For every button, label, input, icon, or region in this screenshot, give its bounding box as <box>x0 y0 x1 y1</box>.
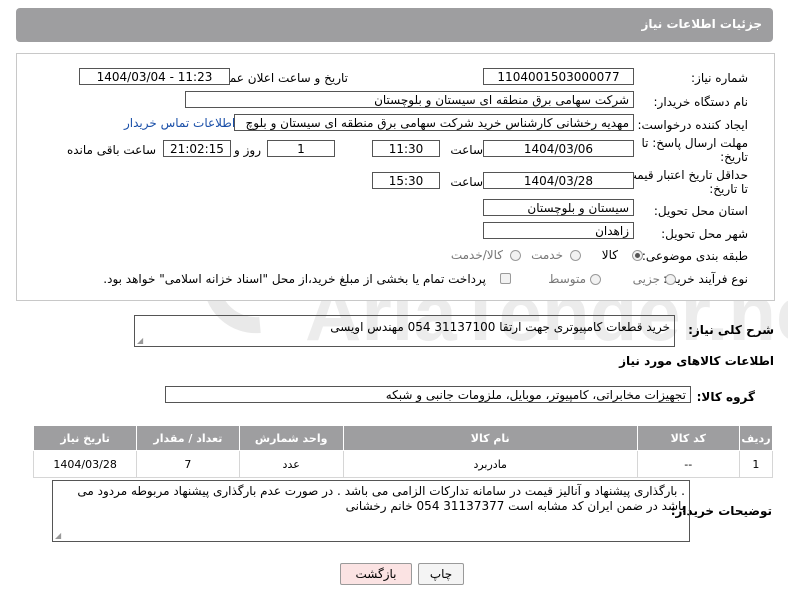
page-title: جزئیات اطلاعات نیاز <box>641 17 762 31</box>
col-row: ردیف <box>738 425 774 451</box>
cell-need-date: 1404/03/28 <box>32 450 138 478</box>
items-table-header: تاریخ نیاز تعداد / مقدار واحد شمارش نام … <box>32 425 774 451</box>
cell-item-code: -- <box>636 450 740 478</box>
need-number-label: شماره نیاز: <box>691 71 748 85</box>
delivery-city-field: زاهدان <box>483 222 634 239</box>
buyer-notes-textarea: . بارگذاری پیشنهاد و آنالیز قیمت در ساما… <box>52 480 690 542</box>
delivery-city-label: شهر محل تحویل: <box>661 227 748 241</box>
treasury-payment-note: پرداخت تمام یا بخشی از مبلغ خرید،از محل … <box>103 272 486 286</box>
col-unit: واحد شمارش <box>238 425 344 451</box>
category-label: طبقه بندی موضوعی: <box>641 249 748 263</box>
validity-date-field: 1404/03/28 <box>483 172 634 189</box>
buyer-org-field: شرکت سهامی برق منطقه ای سیستان و بلوچستا… <box>185 91 634 108</box>
resize-grip-icon[interactable]: ◢ <box>137 336 143 345</box>
description-label: شرح کلی نیاز: <box>688 323 774 337</box>
col-quantity: تعداد / مقدار <box>136 425 240 451</box>
category-radio-goods[interactable] <box>632 250 643 261</box>
cell-item-name: مادربرد <box>342 450 638 478</box>
treasury-payment-checkbox[interactable] <box>500 273 511 284</box>
process-option-minor: جزیی <box>632 272 660 286</box>
cell-row-number: 1 <box>738 450 774 478</box>
category-option-service: خدمت <box>531 248 563 262</box>
deadline-label-2: تاریخ: <box>720 150 748 164</box>
print-button[interactable]: چاپ <box>418 563 464 585</box>
deadline-date-field: 1404/03/06 <box>483 140 634 157</box>
creator-label: ایجاد کننده درخواست: <box>637 118 748 132</box>
description-textarea: خرید قطعات کامپیوتری جهت ارتقا 31137100 … <box>134 315 675 347</box>
delivery-province-label: استان محل تحویل: <box>653 204 748 218</box>
min-price-label-2: تا تاریخ: <box>709 182 748 196</box>
description-text: خرید قطعات کامپیوتری جهت ارتقا 31137100 … <box>330 320 670 334</box>
cell-quantity: 7 <box>136 450 240 478</box>
delivery-province-field: سیستان و بلوچستان <box>483 199 634 216</box>
days-remaining-field: 1 <box>267 140 335 157</box>
creator-field: مهدیه رخشانی کارشناس خرید شرکت سهامی برق… <box>234 114 634 131</box>
col-need-date: تاریخ نیاز <box>32 425 138 451</box>
category-option-goods: کالا <box>601 248 618 262</box>
announce-field: 1404/03/04 - 11:23 <box>79 68 230 85</box>
table-row: 1404/03/28 7 عدد مادربرد -- 1 <box>32 450 774 478</box>
process-option-medium: متوسط <box>548 272 586 286</box>
col-item-name: نام کالا <box>342 425 638 451</box>
buyer-notes-text: . بارگذاری پیشنهاد و آنالیز قیمت در ساما… <box>77 484 685 513</box>
goods-section-title: اطلاعات کالاهای مورد نیاز <box>619 354 774 368</box>
remaining-time-label: ساعت باقی مانده <box>66 143 156 157</box>
min-price-label-1: حداقل تاریخ اعتبار قیمت: <box>621 168 748 182</box>
deadline-time-label: ساعت <box>450 143 483 157</box>
goods-group-label: گروه کالا: <box>696 390 755 404</box>
remaining-time-field: 21:02:15 <box>163 140 231 157</box>
buyer-org-label: نام دستگاه خریدار: <box>653 95 749 109</box>
process-radio-minor[interactable] <box>665 274 676 285</box>
need-number-field: 1104001503000077 <box>483 68 634 85</box>
days-label: روز و <box>234 143 261 157</box>
items-table: تاریخ نیاز تعداد / مقدار واحد شمارش نام … <box>32 425 774 478</box>
category-radio-goods-service[interactable] <box>510 250 521 261</box>
cell-unit: عدد <box>238 450 344 478</box>
deadline-time-field: 11:30 <box>372 140 440 157</box>
category-option-goods-service: کالا/خدمت <box>450 248 503 262</box>
resize-grip-icon[interactable]: ◢ <box>55 531 61 540</box>
deadline-label-1: مهلت ارسال پاسخ: تا <box>641 136 748 150</box>
validity-time-label: ساعت <box>450 175 483 189</box>
validity-time-field: 15:30 <box>372 172 440 189</box>
col-item-code: کد کالا <box>636 425 740 451</box>
back-button[interactable]: بازگشت <box>340 563 412 585</box>
buyer-contact-link[interactable]: اطلاعات تماس خریدار <box>124 116 235 130</box>
goods-group-field: تجهیزات مخابراتی، کامپیوتر، موبایل، ملزو… <box>165 386 691 403</box>
process-radio-medium[interactable] <box>590 274 601 285</box>
category-radio-service[interactable] <box>570 250 581 261</box>
